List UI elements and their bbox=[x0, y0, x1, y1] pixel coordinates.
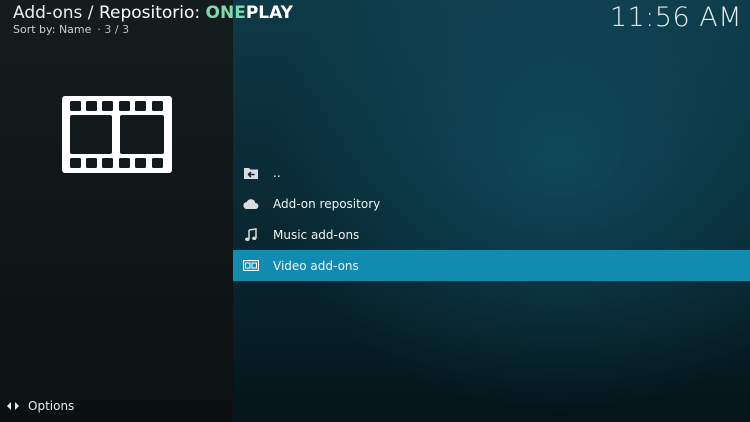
breadcrumb-repo-label: Repositorio: bbox=[98, 3, 206, 23]
options-button[interactable]: Options bbox=[6, 399, 74, 413]
list-item-label: Video add-ons bbox=[273, 258, 359, 273]
folder-back-icon bbox=[243, 165, 259, 181]
film-strip-icon bbox=[62, 96, 172, 173]
sort-label: Sort by: Name bbox=[13, 23, 92, 36]
addon-list: .. Add-on repository Music add-ons Video… bbox=[233, 157, 750, 281]
list-item-video-addons[interactable]: Video add-ons bbox=[233, 250, 750, 281]
options-arrows-icon bbox=[6, 399, 20, 413]
cloud-icon bbox=[243, 196, 259, 212]
repo-name-rest: PLAY bbox=[245, 3, 293, 23]
page-header: Add-ons / Repositorio: ONEPLAY Sort by: … bbox=[13, 3, 293, 37]
item-count: · 3 / 3 bbox=[97, 23, 130, 36]
options-label: Options bbox=[28, 399, 75, 413]
repo-name-accent: ONE bbox=[205, 3, 246, 23]
list-item-music-addons[interactable]: Music add-ons bbox=[233, 219, 750, 250]
left-panel bbox=[0, 0, 233, 422]
sort-info: Sort by: Name · 3 / 3 bbox=[13, 23, 293, 37]
list-item-addon-repository[interactable]: Add-on repository bbox=[233, 188, 750, 219]
clock: 11:56 AM bbox=[609, 2, 742, 33]
video-icon bbox=[243, 258, 259, 274]
breadcrumb-prefix: Add-ons / bbox=[13, 3, 99, 23]
kodi-addon-browser: Add-ons / Repositorio: ONEPLAY Sort by: … bbox=[0, 0, 750, 422]
list-item-label: .. bbox=[273, 165, 281, 180]
list-item-label: Add-on repository bbox=[273, 196, 381, 211]
list-item-parent[interactable]: .. bbox=[233, 157, 750, 188]
breadcrumb: Add-ons / Repositorio: ONEPLAY bbox=[13, 3, 293, 23]
list-item-label: Music add-ons bbox=[273, 227, 360, 242]
music-note-icon bbox=[243, 227, 259, 243]
